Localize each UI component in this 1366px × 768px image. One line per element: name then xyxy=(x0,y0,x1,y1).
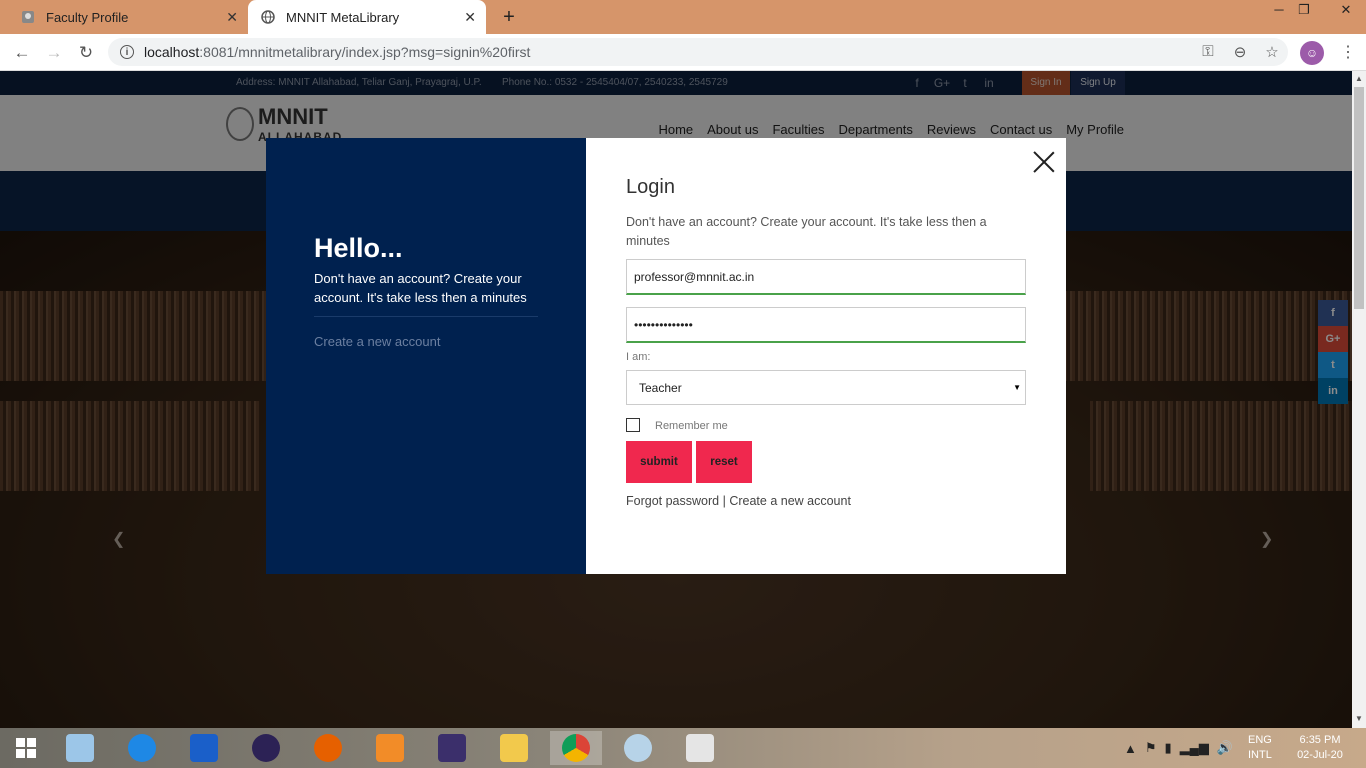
url-path: :8081/mnnitmetalibrary/index.jsp?msg=sig… xyxy=(199,44,531,60)
login-title: Login xyxy=(626,176,675,198)
login-footer-links: Forgot password | Create a new account xyxy=(626,494,851,508)
browser-menu-icon[interactable]: ⋮ xyxy=(1340,42,1356,62)
globe-icon xyxy=(260,9,276,25)
language-code: ENG xyxy=(1248,734,1272,746)
login-description: Don't have an account? Create your accou… xyxy=(626,215,987,248)
web-page: Address: MNNIT Allahabad, Teliar Ganj, P… xyxy=(0,71,1352,728)
scroll-down-icon[interactable]: ▼ xyxy=(1355,714,1363,723)
create-account-link[interactable]: Create a new account xyxy=(314,334,440,349)
divider xyxy=(314,316,538,317)
file-explorer-icon[interactable] xyxy=(488,731,540,765)
clock-date: 02-Jul-20 xyxy=(1297,749,1343,761)
remember-me-checkbox[interactable] xyxy=(626,418,640,432)
restore-icon[interactable]: ❐ xyxy=(1291,2,1317,18)
key-icon[interactable]: ⚿ xyxy=(1198,43,1218,60)
security-shield-icon[interactable] xyxy=(178,731,230,765)
settings-tool-icon[interactable] xyxy=(116,731,168,765)
volume-icon[interactable]: 🔊 xyxy=(1217,740,1233,756)
tab-title: Faculty Profile xyxy=(46,9,129,25)
close-tab-icon[interactable]: ✕ xyxy=(464,9,476,26)
forgot-password-link[interactable]: Forgot password xyxy=(626,494,719,508)
url-host: localhost xyxy=(144,44,200,60)
role-label: I am: xyxy=(626,351,651,363)
hello-heading: Hello... xyxy=(314,233,403,263)
reload-icon[interactable]: ↻ xyxy=(74,41,98,65)
notepad-app-icon[interactable] xyxy=(54,731,106,765)
forward-arrow-icon[interactable]: → xyxy=(42,41,66,65)
close-tab-icon[interactable]: ✕ xyxy=(226,9,238,26)
minimize-icon[interactable]: ─ xyxy=(1266,2,1292,17)
profile-avatar-icon[interactable]: ☺ xyxy=(1300,41,1324,65)
bookmark-star-icon[interactable]: ☆ xyxy=(1262,43,1282,61)
system-clock[interactable]: 6:35 PM 02-Jul-20 xyxy=(1294,733,1346,763)
zoom-icon[interactable]: ⊖ xyxy=(1230,43,1250,61)
email-field[interactable]: professor@mnnit.ac.in xyxy=(626,259,1026,295)
role-select[interactable]: Teacher ▼ xyxy=(626,370,1026,405)
reset-button[interactable]: reset xyxy=(696,441,752,483)
paint-icon[interactable] xyxy=(612,731,664,765)
chrome-icon[interactable] xyxy=(550,731,602,765)
keyboard-layout: INTL xyxy=(1248,749,1272,761)
tray-expand-icon[interactable]: ▲ xyxy=(1124,741,1137,756)
address-bar[interactable]: i localhost:8081/mnnitmetalibrary/index.… xyxy=(108,38,1288,66)
clock-time: 6:35 PM xyxy=(1299,734,1341,746)
submit-button[interactable]: submit xyxy=(626,441,692,483)
document-viewer-icon[interactable] xyxy=(674,731,726,765)
role-selected-value: Teacher xyxy=(639,380,682,395)
scroll-up-icon[interactable]: ▲ xyxy=(1355,74,1363,83)
new-tab-plus-icon[interactable]: + xyxy=(498,6,520,29)
eclipse-icon[interactable] xyxy=(240,731,292,765)
firefox-icon[interactable] xyxy=(302,731,354,765)
pdf-reader-icon[interactable] xyxy=(364,731,416,765)
language-indicator[interactable]: ENG INTL xyxy=(1248,733,1272,763)
login-form-panel: Login Don't have an account? Create your… xyxy=(586,138,1066,574)
link-separator: | xyxy=(722,494,726,508)
back-arrow-icon[interactable]: ← xyxy=(10,41,34,65)
wifi-signal-icon[interactable]: ▂▄▆ xyxy=(1180,740,1209,756)
tab-faculty-profile[interactable]: Faculty Profile ✕ xyxy=(8,0,248,34)
login-modal-intro-panel: Hello... Don't have an account? Create y… xyxy=(266,138,586,574)
windows-taskbar: ▲ ⚑ ▮ ▂▄▆ 🔊 ENG INTL 6:35 PM 02-Jul-20 xyxy=(0,728,1366,768)
page-scrollbar[interactable]: ▲ ▼ xyxy=(1352,71,1366,728)
battery-icon[interactable]: ▮ xyxy=(1165,740,1172,756)
system-tray: ▲ ⚑ ▮ ▂▄▆ 🔊 xyxy=(1124,728,1233,768)
window-close-icon[interactable]: ✕ xyxy=(1328,2,1364,18)
hello-subtext: Don't have an account? Create your accou… xyxy=(314,271,527,305)
create-account-link-bottom[interactable]: Create a new account xyxy=(729,494,851,508)
close-icon[interactable] xyxy=(1032,150,1056,174)
site-info-icon[interactable]: i xyxy=(120,45,134,59)
remember-me-label: Remember me xyxy=(655,420,728,432)
windows-start-icon[interactable] xyxy=(0,731,52,765)
java-ee-ide-icon[interactable] xyxy=(426,731,478,765)
tab-mnnit-metalibrary[interactable]: MNNIT MetaLibrary ✕ xyxy=(248,0,486,34)
network-flag-icon[interactable]: ⚑ xyxy=(1145,740,1157,756)
password-field[interactable]: •••••••••••••• xyxy=(626,307,1026,343)
tab-title: MNNIT MetaLibrary xyxy=(286,9,400,25)
scroll-thumb[interactable] xyxy=(1354,87,1364,309)
dropdown-caret-icon: ▼ xyxy=(1013,383,1021,392)
page-icon xyxy=(20,9,36,25)
